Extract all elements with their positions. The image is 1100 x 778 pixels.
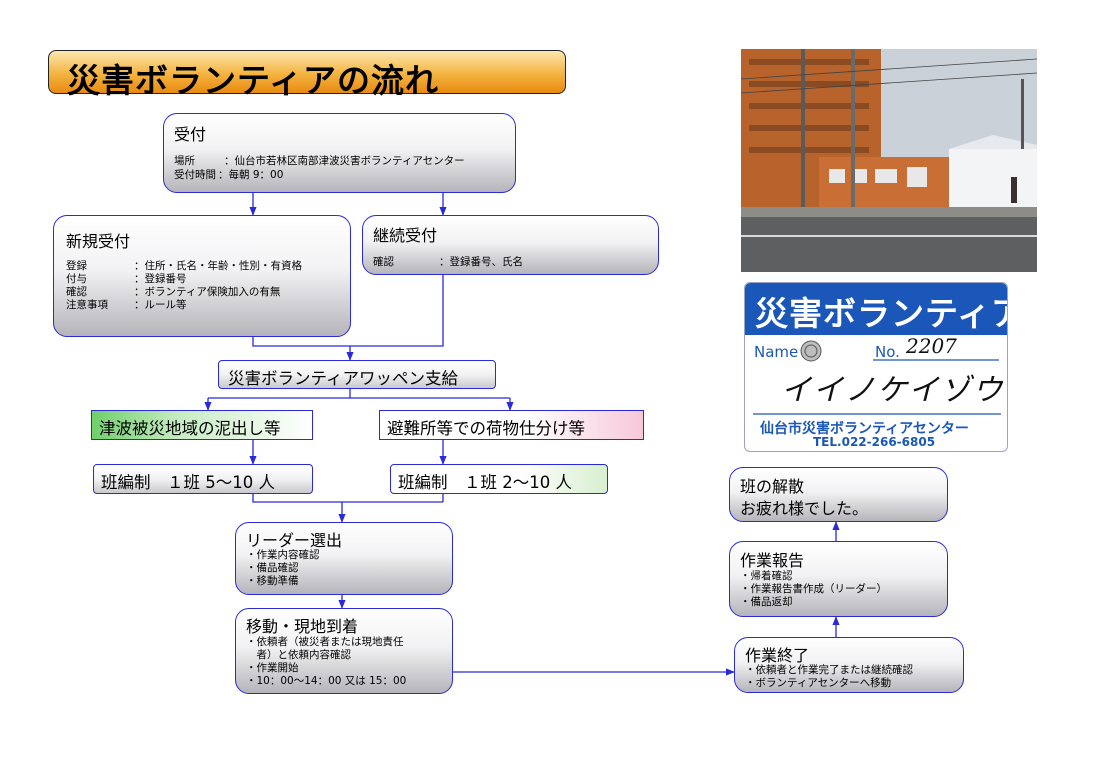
leader-list: ・作業内容確認 ・備品確認 ・移動準備: [246, 549, 320, 588]
line-patch-split: [208, 389, 351, 399]
list-item: ・帰着確認: [740, 570, 793, 582]
list-item: ・ボランティアセンターへ移動: [745, 677, 892, 689]
badge-phone: TEL.022-266-6805: [813, 435, 936, 449]
dismiss-heading: 班の解散: [740, 477, 805, 496]
new-reception-row-value: ：ルール等: [134, 299, 187, 311]
dismiss-node: 班の解散 お疲れ様でした。: [729, 467, 948, 522]
new-reception-row-value: ：ボランティア保険加入の有無: [134, 286, 281, 298]
badge-title: 災害ボランティア: [755, 294, 1008, 333]
seal-stamp-icon: [800, 340, 822, 362]
task-left-node: 津波被災地域の泥出し等: [91, 410, 313, 440]
list-item: 者）と依頼内容確認: [246, 649, 351, 661]
volunteer-badge: 災害ボランティア Name No. 2207 イイノケイゾウ 仙台市災害ボランテ…: [744, 282, 1008, 452]
list-item: ・依頼者と作業完了または継続確認: [745, 664, 913, 676]
list-item: ・備品返却: [740, 596, 793, 608]
badge-name-label: Name: [754, 343, 799, 361]
volunteer-center-photo: [741, 49, 1037, 272]
badge-header: 災害ボランティア: [745, 283, 1007, 335]
patch-node: 災害ボランティアワッペン支給: [218, 360, 496, 389]
line-teams-merge: [252, 494, 443, 503]
reception-row-place: 場所 ：仙台市若林区南部津波災害ボランティアセンター: [174, 155, 465, 168]
reception-row-value: ：仙台市若林区南部津波災害ボランティアセンター: [224, 155, 465, 167]
photo-illustration: [741, 49, 1037, 272]
task-right-node: 避難所等での荷物仕分け等: [379, 410, 644, 440]
continuing-reception-row: 確認 ：登録番号、氏名: [373, 256, 523, 269]
move-node: 移動・現地到着 ・依頼者（被災者または現地責任 者）と依頼内容確認 ・作業開始 …: [235, 608, 453, 694]
reception-row-key: 場所: [174, 155, 195, 167]
new-reception-node: 新規受付 登録 ：住所・氏名・年齢・性別・有資格 付与 ：登録番号 確認 ：ボラ…: [53, 215, 351, 337]
badge-handwritten-name: イイノケイゾウ: [781, 373, 1005, 408]
move-heading: 移動・現地到着: [246, 617, 359, 636]
dismiss-sub: お疲れ様でした。: [740, 499, 869, 518]
move-list: ・依頼者（被災者または現地責任 者）と依頼内容確認 ・作業開始 ・10：00～1…: [246, 636, 406, 688]
end-node: 作業終了 ・依頼者と作業完了または継続確認 ・ボランティアセンターへ移動: [734, 637, 964, 693]
reception-row-value: ：毎朝 9：00: [218, 169, 284, 181]
team-left-node: 班編制 １班 5～10 人: [93, 464, 313, 494]
new-reception-row-key: 登録: [66, 260, 87, 272]
new-reception-row-key: 確認: [66, 286, 87, 298]
new-reception-row: 注意事項 ：ルール等: [66, 299, 187, 312]
continuing-reception-heading: 継続受付: [373, 226, 438, 245]
list-item: ・作業開始: [246, 662, 299, 674]
report-heading: 作業報告: [740, 551, 805, 570]
new-reception-row-key: 付与: [66, 273, 87, 285]
continuing-reception-row-value: ：登録番号、氏名: [439, 256, 523, 268]
team-right-node: 班編制 １班 2～10 人: [390, 464, 608, 494]
list-item: ・作業内容確認: [246, 549, 320, 561]
end-heading: 作業終了: [745, 646, 810, 665]
new-reception-heading: 新規受付: [66, 232, 131, 251]
report-list: ・帰着確認 ・作業報告書作成（リーダー） ・備品返却: [740, 570, 887, 609]
task-left-label: 津波被災地域の泥出し等: [99, 419, 281, 438]
new-reception-row-key: 注意事項: [66, 299, 108, 311]
reception-row-time: 受付時間 ：毎朝 9：00: [174, 169, 283, 182]
new-reception-row: 登録 ：住所・氏名・年齢・性別・有資格: [66, 260, 302, 273]
continuing-reception-node: 継続受付 確認 ：登録番号、氏名: [362, 215, 659, 275]
badge-no-value: 2207: [906, 334, 957, 358]
reception-row-key: 受付時間: [174, 169, 216, 181]
list-item: ・移動準備: [246, 575, 299, 587]
list-item: ・依頼者（被災者または現地責任: [246, 636, 404, 648]
task-right-label: 避難所等での荷物仕分け等: [387, 419, 585, 438]
end-list: ・依頼者と作業完了または継続確認 ・ボランティアセンターへ移動: [745, 664, 913, 690]
patch-label: 災害ボランティアワッペン支給: [228, 369, 459, 388]
new-reception-row: 確認 ：ボランティア保険加入の有無: [66, 286, 280, 299]
line-new-to-merge: [252, 337, 350, 347]
new-reception-row-value: ：住所・氏名・年齢・性別・有資格: [134, 260, 302, 272]
badge-name-underline: [753, 413, 1001, 415]
new-reception-row: 付与 ：登録番号: [66, 273, 187, 286]
continuing-reception-row-key: 確認: [373, 256, 394, 268]
list-item: ・備品確認: [246, 562, 299, 574]
badge-no-underline: [873, 359, 999, 361]
list-item: ・作業報告書作成（リーダー）: [740, 583, 887, 595]
line-continuing-to-merge: [350, 275, 444, 347]
reception-node: 受付 場所 ：仙台市若林区南部津波災害ボランティアセンター 受付時間 ：毎朝 9…: [163, 113, 516, 193]
leader-node: リーダー選出 ・作業内容確認 ・備品確認 ・移動準備: [235, 522, 453, 595]
leader-heading: リーダー選出: [246, 531, 343, 550]
team-left-label: 班編制 １班 5～10 人: [101, 473, 275, 492]
report-node: 作業報告 ・帰着確認 ・作業報告書作成（リーダー） ・備品返却: [729, 541, 948, 617]
reception-heading: 受付: [174, 125, 207, 144]
team-right-label: 班編制 １班 2～10 人: [398, 473, 572, 492]
new-reception-row-value: ：登録番号: [134, 273, 187, 285]
list-item: ・10：00～14：00 又は 15：00: [246, 675, 407, 687]
